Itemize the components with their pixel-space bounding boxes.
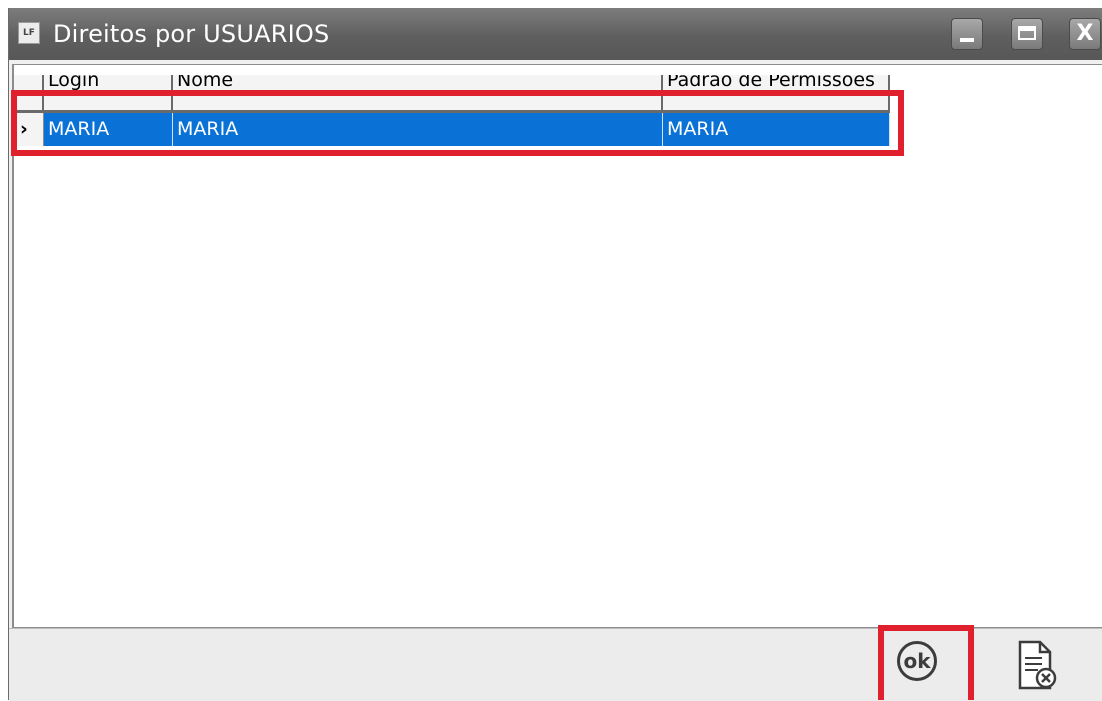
minimize-button[interactable] xyxy=(951,18,983,50)
cancel-document-icon xyxy=(1018,640,1057,690)
close-button[interactable]: X xyxy=(1069,18,1101,50)
ok-highlight-box xyxy=(878,625,974,700)
app-icon: LF xyxy=(18,22,40,44)
window-title: Direitos por USUARIOS xyxy=(53,20,330,48)
close-icon: X xyxy=(1076,21,1094,46)
title-bar[interactable]: LF Direitos por USUARIOS X xyxy=(9,8,1102,60)
maximize-button[interactable] xyxy=(1011,18,1043,50)
cancel-button[interactable] xyxy=(1012,638,1060,694)
row-highlight-box xyxy=(11,90,904,156)
